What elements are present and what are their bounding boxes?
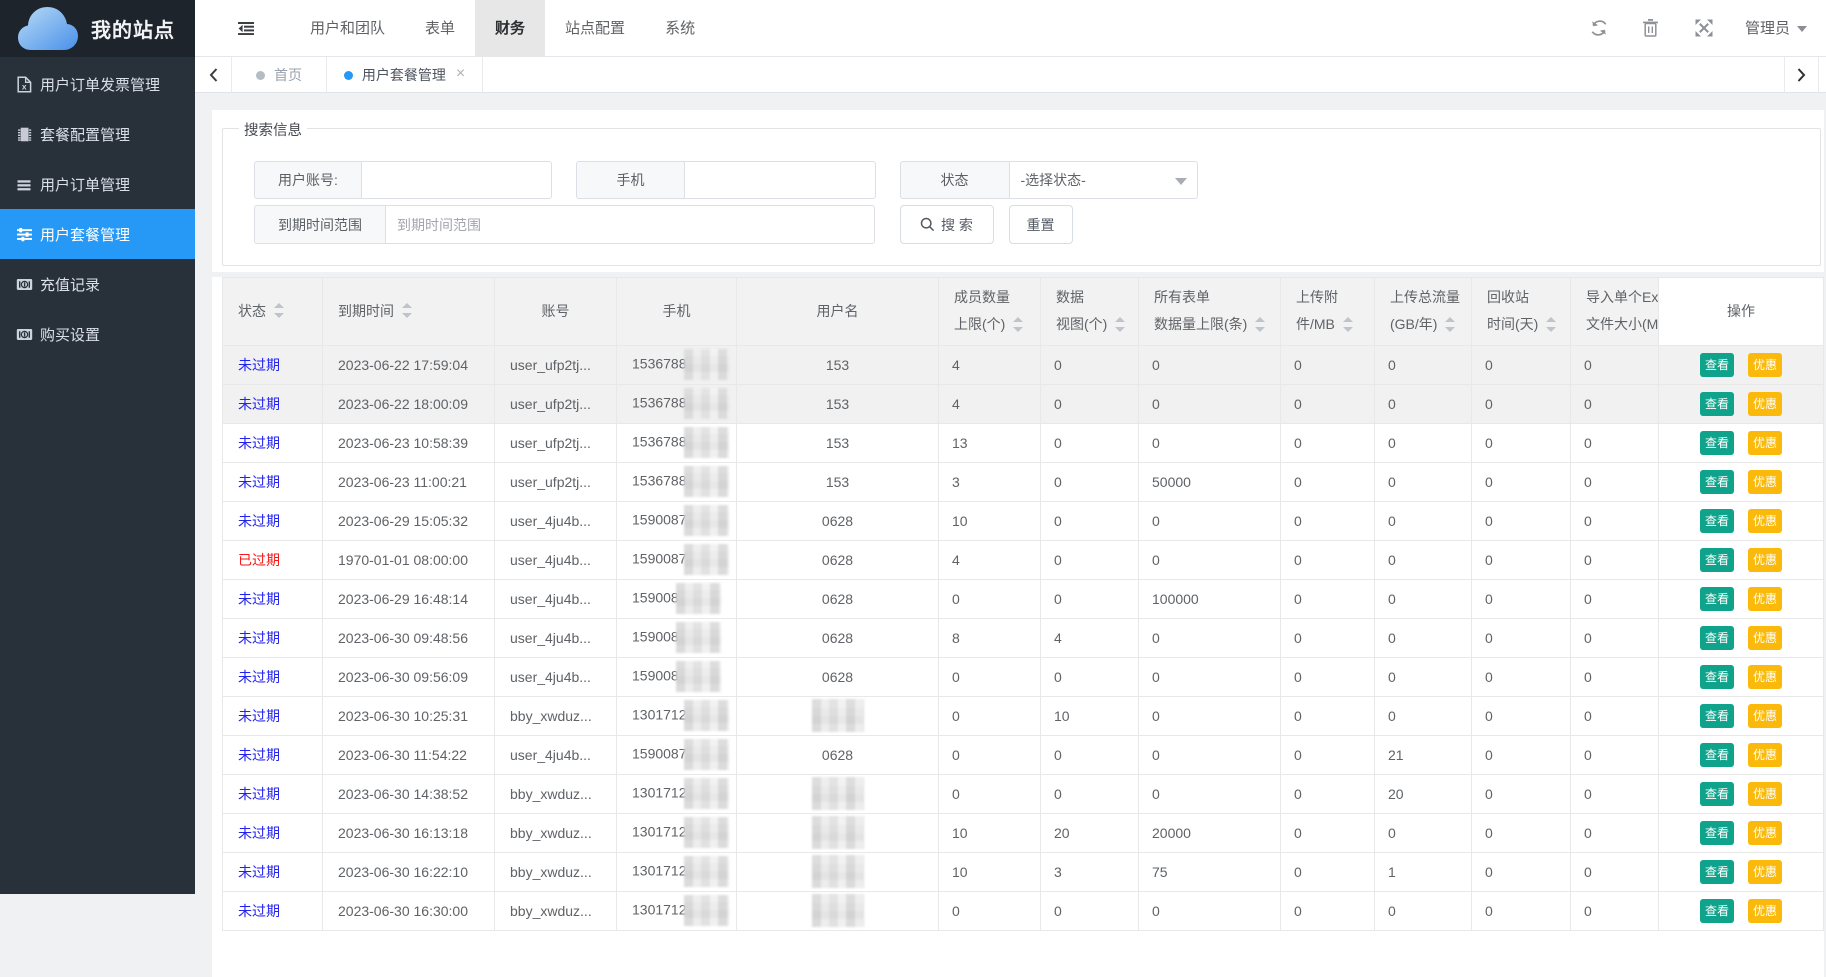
svg-text:x: x [22, 81, 27, 91]
